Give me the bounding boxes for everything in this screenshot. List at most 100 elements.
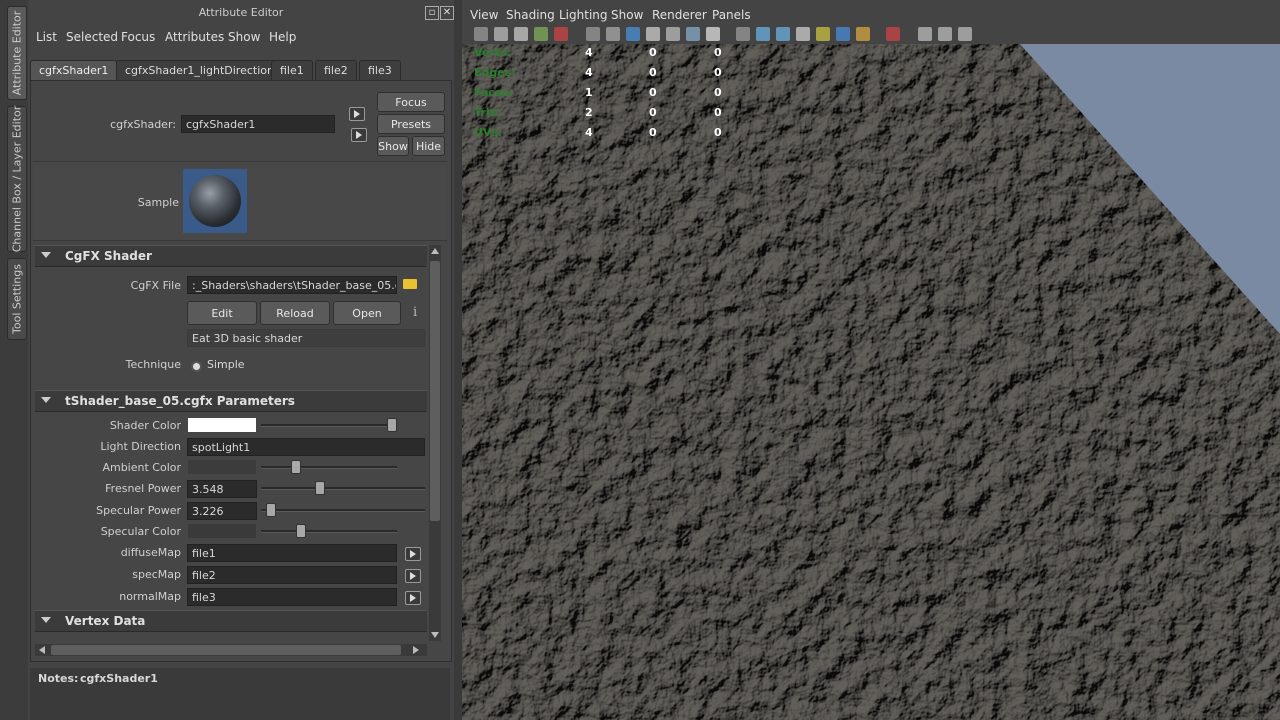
specular-color-slider-knob[interactable] [296,524,307,538]
reload-button[interactable]: Reload [260,301,330,325]
input-connection-icon[interactable] [349,107,365,121]
tab-channel-box[interactable]: Channel Box / Layer Editor [7,106,27,252]
toolbar-icon[interactable] [856,27,870,41]
close-icon[interactable]: ✕ [440,6,454,20]
shader-color-swatch[interactable] [188,418,256,432]
specular-power-slider-knob[interactable] [265,503,276,517]
toolbar-icon[interactable] [646,27,660,41]
ambient-color-slider-knob[interactable] [291,460,302,474]
toolbar-icon[interactable] [706,27,720,41]
tab-tool-settings[interactable]: Tool Settings [7,258,27,340]
toolbar-icon[interactable] [816,27,830,41]
map-connect-icon[interactable] [405,569,421,583]
specular-color-slider-track[interactable] [261,530,397,533]
toolbar-icon[interactable] [494,27,508,41]
shader-color-slider-track[interactable] [261,424,397,427]
cgfx-file-field[interactable]: :_Shaders\shaders\tShader_base_05.cgfx [187,276,397,294]
horizontal-scrollbar[interactable] [35,644,427,656]
menu-attributes[interactable]: Attributes [165,30,224,44]
menu-list[interactable]: List [36,30,57,44]
menu-panels[interactable]: Panels [712,8,751,22]
open-button[interactable]: Open [333,301,401,325]
menu-selected[interactable]: Selected [66,30,118,44]
toolbar-icon[interactable] [958,27,972,41]
toolbar-icon[interactable] [606,27,620,41]
toolbar-icon[interactable] [666,27,680,41]
folder-icon[interactable] [403,279,417,289]
scroll-left-icon[interactable] [39,646,45,654]
toolbar-icon[interactable] [918,27,932,41]
map-connect-icon[interactable] [405,591,421,605]
menu-help[interactable]: Help [269,30,296,44]
info-icon[interactable]: i [413,305,417,320]
light-direction-field[interactable]: spotLight1 [187,438,425,456]
diffuse-map-label: diffuseMap [120,546,181,559]
specular-power-slider-track[interactable] [261,509,425,512]
menu-lighting[interactable]: Lighting [559,8,608,22]
tab-file1[interactable]: file1 [271,60,313,80]
toolbar-icon[interactable] [836,27,850,41]
normal-map-field[interactable]: file3 [187,588,397,606]
toolbar-icon[interactable] [554,27,568,41]
map-connect-icon[interactable] [405,547,421,561]
section-vertex-data[interactable]: Vertex Data [35,610,427,632]
restore-icon[interactable]: ▫ [425,6,439,20]
ambient-color-swatch[interactable] [188,460,256,474]
tab-file3[interactable]: file3 [359,60,401,80]
toolbar-icon[interactable] [534,27,548,41]
technique-radio[interactable] [191,361,202,372]
toolbar-icon[interactable] [796,27,810,41]
scrollbar-thumb[interactable] [430,261,440,521]
sample-swatch[interactable] [183,169,247,233]
toolbar-icon[interactable] [756,27,770,41]
vertical-scrollbar[interactable] [429,245,441,641]
specular-color-swatch[interactable] [188,524,256,538]
menu-focus[interactable]: Focus [121,30,155,44]
shader-color-slider-knob[interactable] [387,418,397,432]
output-connection-icon[interactable] [351,128,367,142]
panel-divider[interactable] [454,0,462,720]
3d-viewport[interactable]: Verts: 4 0 0 Edges: 4 0 0 Faces: 1 0 0 Tris: 2 0 0 UVs: 4… [462,44,1280,720]
toolbar-icon[interactable] [736,27,750,41]
section-cgfx-shader[interactable]: CgFX Shader [35,245,427,267]
toolbar-icon[interactable] [474,27,488,41]
tab-cgfxshader1[interactable]: cgfxShader1 [30,60,118,80]
scroll-down-icon[interactable] [431,632,439,638]
toolbar-icon[interactable] [686,27,700,41]
fresnel-power-slider-track[interactable] [261,487,425,490]
section-parameters[interactable]: tShader_base_05.cgfx Parameters [35,390,427,412]
scroll-right-icon[interactable] [413,646,419,654]
menu-show[interactable]: Show [611,8,643,22]
focus-button[interactable]: Focus [377,92,445,112]
specular-power-field[interactable]: 3.226 [187,502,257,520]
hide-button[interactable]: Hide [412,136,445,156]
presets-button[interactable]: Presets [377,114,445,134]
toolbar-icon[interactable] [776,27,790,41]
scroll-up-icon[interactable] [431,248,439,254]
toolbar-icon[interactable] [938,27,952,41]
fresnel-power-field[interactable]: 3.548 [187,480,257,498]
light-direction-label: Light Direction [100,440,181,453]
toolbar-icon[interactable] [514,27,528,41]
toolbar-icon[interactable] [586,27,600,41]
toolbar-icon[interactable] [886,27,900,41]
horizontal-scrollbar-thumb[interactable] [51,645,401,655]
tab-file2[interactable]: file2 [315,60,357,80]
menu-show[interactable]: Show [228,30,260,44]
menu-view[interactable]: View [470,8,498,22]
notes-area[interactable]: Notes: cgfxShader1 [30,668,450,720]
spec-map-field[interactable]: file2 [187,566,397,584]
fresnel-power-slider-knob[interactable] [314,481,325,495]
ambient-color-slider-track[interactable] [261,466,397,469]
hud-label: Verts: [474,46,512,59]
node-name-field[interactable]: cgfxShader1 [181,115,335,133]
tab-lightdirection[interactable]: cgfxShader1_lightDirection [116,60,283,80]
tab-attribute-editor[interactable]: Attribute Editor [7,6,27,100]
show-button[interactable]: Show [377,136,409,156]
edit-button[interactable]: Edit [187,301,257,325]
toolbar-icon[interactable] [626,27,640,41]
diffuse-map-field[interactable]: file1 [187,544,397,562]
menu-renderer[interactable]: Renderer [652,8,707,22]
hud-value: 1 [585,86,593,99]
menu-shading[interactable]: Shading [506,8,555,22]
